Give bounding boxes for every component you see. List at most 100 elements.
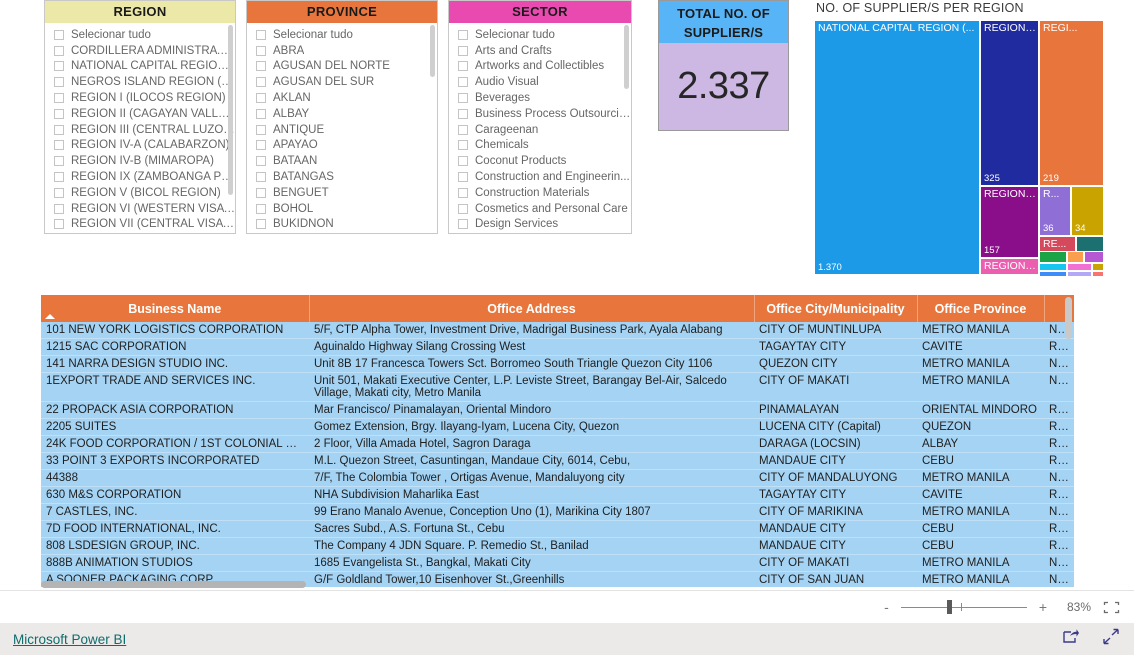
slicer-sector-item[interactable]: Carageenan — [449, 122, 631, 138]
table-cell[interactable]: 33 POINT 3 EXPORTS INCORPORATED — [41, 452, 309, 470]
slicer-sector[interactable]: SECTOR Selecionar tudo Arts and Crafts Art… — [448, 0, 632, 234]
slicer-province-item[interactable]: AKLAN — [247, 90, 437, 106]
table-cell[interactable]: CEBU — [917, 520, 1044, 538]
treemap-tile[interactable]: REGI... 219 — [1039, 20, 1104, 186]
slicer-province-item[interactable]: BOHOL — [247, 201, 437, 217]
powerbi-brand-link[interactable]: Microsoft Power BI — [13, 632, 126, 647]
checkbox-icon[interactable] — [458, 77, 468, 88]
table-column-header[interactable]: Business Name — [41, 295, 310, 322]
table-cell[interactable]: NATIOI — [1044, 554, 1074, 572]
table-cell[interactable]: The Company 4 JDN Square. P. Remedio St.… — [309, 537, 754, 555]
slicer-province-item[interactable]: AGUSAN DEL NORTE — [247, 59, 437, 75]
table-cell[interactable]: REGIOI — [1044, 520, 1074, 538]
checkbox-icon[interactable] — [458, 108, 468, 119]
table-cell[interactable]: Mar Francisco/ Pinamalayan, Oriental Min… — [309, 401, 754, 419]
checkbox-icon[interactable] — [458, 29, 468, 40]
slicer-sector-item[interactable]: Arts and Crafts — [449, 43, 631, 59]
table-row[interactable]: 630 M&S CORPORATION NHA Subdivision Mahar… — [41, 486, 1074, 504]
checkbox-icon[interactable] — [458, 124, 468, 135]
slicer-sector-scrollbar[interactable] — [624, 25, 629, 89]
table-cell[interactable]: CAVITE — [917, 486, 1044, 504]
slicer-province[interactable]: PROVINCE Selecionar tudo ABRA AGUSAN DEL N… — [246, 0, 438, 234]
table-cell[interactable]: 44388 — [41, 469, 309, 487]
slicer-sector-item[interactable]: Selecionar tudo — [449, 27, 631, 43]
table-row[interactable]: 44388 7/F, The Colombia Tower , Ortigas A… — [41, 469, 1074, 487]
table-cell[interactable]: MANDAUE CITY — [754, 537, 917, 555]
table-cell[interactable]: M.L. Quezon Street, Casuntingan, Mandaue… — [309, 452, 754, 470]
slicer-province-body[interactable]: Selecionar tudo ABRA AGUSAN DEL NORTE AGUSA… — [247, 23, 437, 233]
table-cell[interactable]: 101 NEW YORK LOGISTICS CORPORATION — [41, 322, 309, 339]
slicer-region-item[interactable]: REGION III (CENTRAL LUZON) — [45, 122, 235, 138]
table-cell[interactable]: CEBU — [917, 452, 1044, 470]
slicer-province-item[interactable]: ABRA — [247, 43, 437, 59]
table-cell[interactable]: REGIOI — [1044, 452, 1074, 470]
slicer-region-item[interactable]: REGION IX (ZAMBOANGA PE... — [45, 169, 235, 185]
checkbox-icon[interactable] — [256, 156, 266, 167]
table-row[interactable]: 7D FOOD INTERNATIONAL, INC. Sacres Subd.,… — [41, 520, 1074, 538]
table-horizontal-scrollbar-thumb[interactable] — [41, 581, 306, 588]
zoom-out-button[interactable]: - — [884, 599, 889, 615]
slicer-region-item[interactable]: REGION IV-A (CALABARZON) — [45, 138, 235, 154]
table-cell[interactable]: NATIOI — [1044, 355, 1074, 373]
checkbox-icon[interactable] — [256, 172, 266, 183]
slicer-region-item[interactable]: REGION I (ILOCOS REGION) — [45, 90, 235, 106]
table-vertical-scrollbar[interactable] — [1065, 297, 1072, 339]
table-cell[interactable]: Unit 501, Makati Executive Center, L.P. … — [309, 372, 754, 402]
share-icon[interactable] — [1062, 628, 1080, 650]
treemap-tile[interactable]: REGION ... — [980, 258, 1039, 275]
slicer-region-body[interactable]: Selecionar tudo CORDILLERA ADMINISTRATIV.… — [45, 23, 235, 233]
checkbox-icon[interactable] — [54, 203, 64, 214]
treemap-suppliers-per-region[interactable]: NO. OF SUPPLIER/S PER REGION NATIONAL CA… — [814, 0, 1104, 277]
table-cell[interactable]: 808 LSDESIGN GROUP, INC. — [41, 537, 309, 555]
table-cell[interactable]: REGIOI — [1044, 418, 1074, 436]
slicer-region-item[interactable]: REGION VI (WESTERN VISAYAS) — [45, 201, 235, 217]
table-cell[interactable]: 7/F, The Colombia Tower , Ortigas Avenue… — [309, 469, 754, 487]
checkbox-icon[interactable] — [54, 156, 64, 167]
table-cell[interactable]: QUEZON CITY — [754, 355, 917, 373]
slicer-region-item[interactable]: CORDILLERA ADMINISTRATIV... — [45, 43, 235, 59]
table-cell[interactable]: MANDAUE CITY — [754, 452, 917, 470]
table-cell[interactable]: 99 Erano Manalo Avenue, Conception Uno (… — [309, 503, 754, 521]
table-cell[interactable]: NATIOI — [1044, 372, 1074, 402]
checkbox-icon[interactable] — [256, 93, 266, 104]
checkbox-icon[interactable] — [256, 219, 266, 230]
table-cell[interactable]: CITY OF MARIKINA — [754, 503, 917, 521]
table-row[interactable]: 888B ANIMATION STUDIOS 1685 Evangelista S… — [41, 554, 1074, 572]
checkbox-icon[interactable] — [256, 187, 266, 198]
checkbox-icon[interactable] — [54, 172, 64, 183]
slicer-sector-item[interactable]: Construction and Engineerin... — [449, 169, 631, 185]
treemap-tile[interactable] — [1084, 251, 1104, 263]
table-cell[interactable]: 7D FOOD INTERNATIONAL, INC. — [41, 520, 309, 538]
checkbox-icon[interactable] — [256, 124, 266, 135]
table-cell[interactable]: NATIOI — [1044, 469, 1074, 487]
table-row[interactable]: 808 LSDESIGN GROUP, INC. The Company 4 JD… — [41, 537, 1074, 555]
slicer-sector-item[interactable]: Artworks and Collectibles — [449, 59, 631, 75]
slicer-region-item[interactable]: REGION IV-B (MIMAROPA) — [45, 153, 235, 169]
table-row[interactable]: 2205 SUITES Gomez Extension, Brgy. Ilayan… — [41, 418, 1074, 436]
table-cell[interactable]: ORIENTAL MINDORO — [917, 401, 1044, 419]
treemap-tile[interactable]: REGION I... 325 — [980, 20, 1039, 186]
table-cell[interactable]: DARAGA (LOCSIN) — [754, 435, 917, 453]
table-row[interactable]: 101 NEW YORK LOGISTICS CORPORATION 5/F, C… — [41, 322, 1074, 339]
slicer-sector-item[interactable]: Design Services — [449, 217, 631, 233]
slicer-province-item[interactable]: ANTIQUE — [247, 122, 437, 138]
checkbox-icon[interactable] — [256, 77, 266, 88]
table-cell[interactable]: CITY OF MAKATI — [754, 554, 917, 572]
table-cell[interactable]: CITY OF MAKATI — [754, 372, 917, 402]
checkbox-icon[interactable] — [458, 203, 468, 214]
table-cell[interactable]: 1EXPORT TRADE AND SERVICES INC. — [41, 372, 309, 402]
treemap-tile[interactable]: R... 36 — [1039, 186, 1071, 236]
table-cell[interactable]: 1685 Evangelista St., Bangkal, Makati Ci… — [309, 554, 754, 572]
checkbox-icon[interactable] — [458, 219, 468, 230]
slicer-region[interactable]: REGION Selecionar tudo CORDILLERA ADMINIS… — [44, 0, 236, 234]
slicer-province-item[interactable]: ALBAY — [247, 106, 437, 122]
checkbox-icon[interactable] — [458, 156, 468, 167]
treemap-tile[interactable] — [1092, 263, 1104, 271]
treemap-plot-area[interactable]: NATIONAL CAPITAL REGION (... 1.370 REGION … — [814, 20, 1104, 277]
table-cell[interactable]: 141 NARRA DESIGN STUDIO INC. — [41, 355, 309, 373]
slicer-region-item[interactable]: REGION V (BICOL REGION) — [45, 185, 235, 201]
table-row[interactable]: 7 CASTLES, INC. 99 Erano Manalo Avenue, C… — [41, 503, 1074, 521]
treemap-tile[interactable] — [1067, 271, 1092, 277]
checkbox-icon[interactable] — [54, 219, 64, 230]
slicer-province-item[interactable]: BUKIDNON — [247, 217, 437, 233]
